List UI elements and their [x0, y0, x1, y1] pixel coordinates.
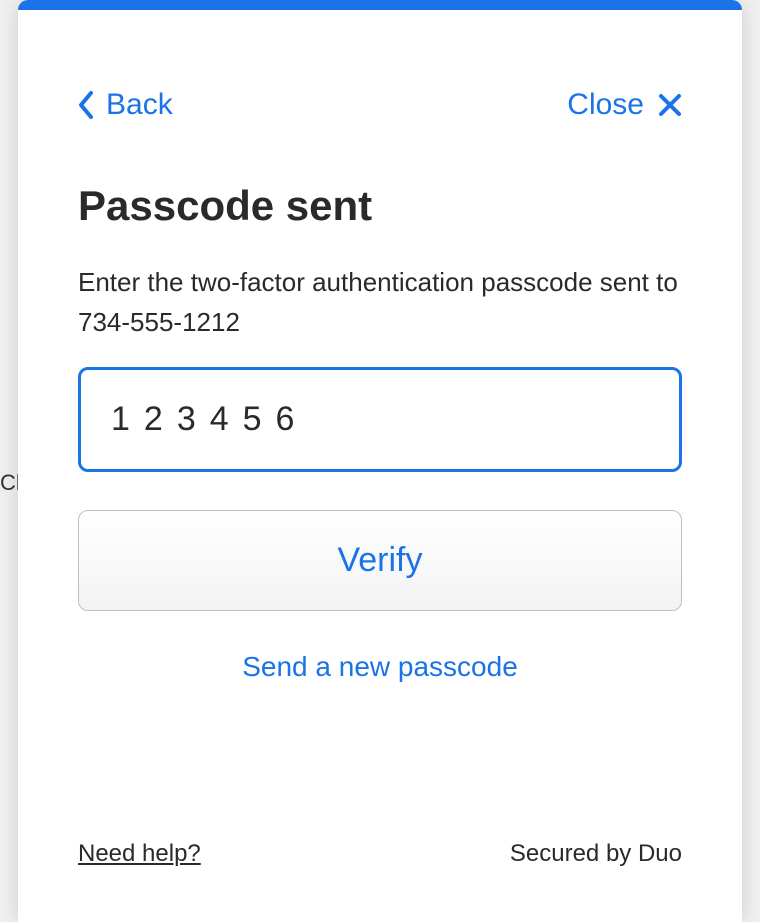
secured-by-label: Secured by Duo: [510, 840, 682, 868]
chevron-left-icon: [78, 91, 94, 119]
send-new-passcode-link[interactable]: Send a new passcode: [78, 651, 682, 683]
page-title: Passcode sent: [78, 182, 682, 230]
modal-header: Back Close: [78, 10, 682, 182]
modal-accent-bar: [18, 0, 742, 10]
close-icon: [658, 93, 682, 117]
modal-content: Back Close Passcode sent Enter the two-f…: [18, 10, 742, 840]
passcode-input[interactable]: [78, 367, 682, 472]
modal-footer: Need help? Secured by Duo: [18, 840, 742, 922]
back-button[interactable]: Back: [78, 88, 173, 122]
instruction-text: Enter the two-factor authentication pass…: [78, 262, 682, 343]
verify-button[interactable]: Verify: [78, 510, 682, 611]
close-label: Close: [567, 88, 644, 122]
back-label: Back: [106, 88, 173, 122]
close-button[interactable]: Close: [567, 88, 682, 122]
auth-modal: Back Close Passcode sent Enter the two-f…: [18, 0, 742, 922]
need-help-link[interactable]: Need help?: [78, 840, 201, 868]
